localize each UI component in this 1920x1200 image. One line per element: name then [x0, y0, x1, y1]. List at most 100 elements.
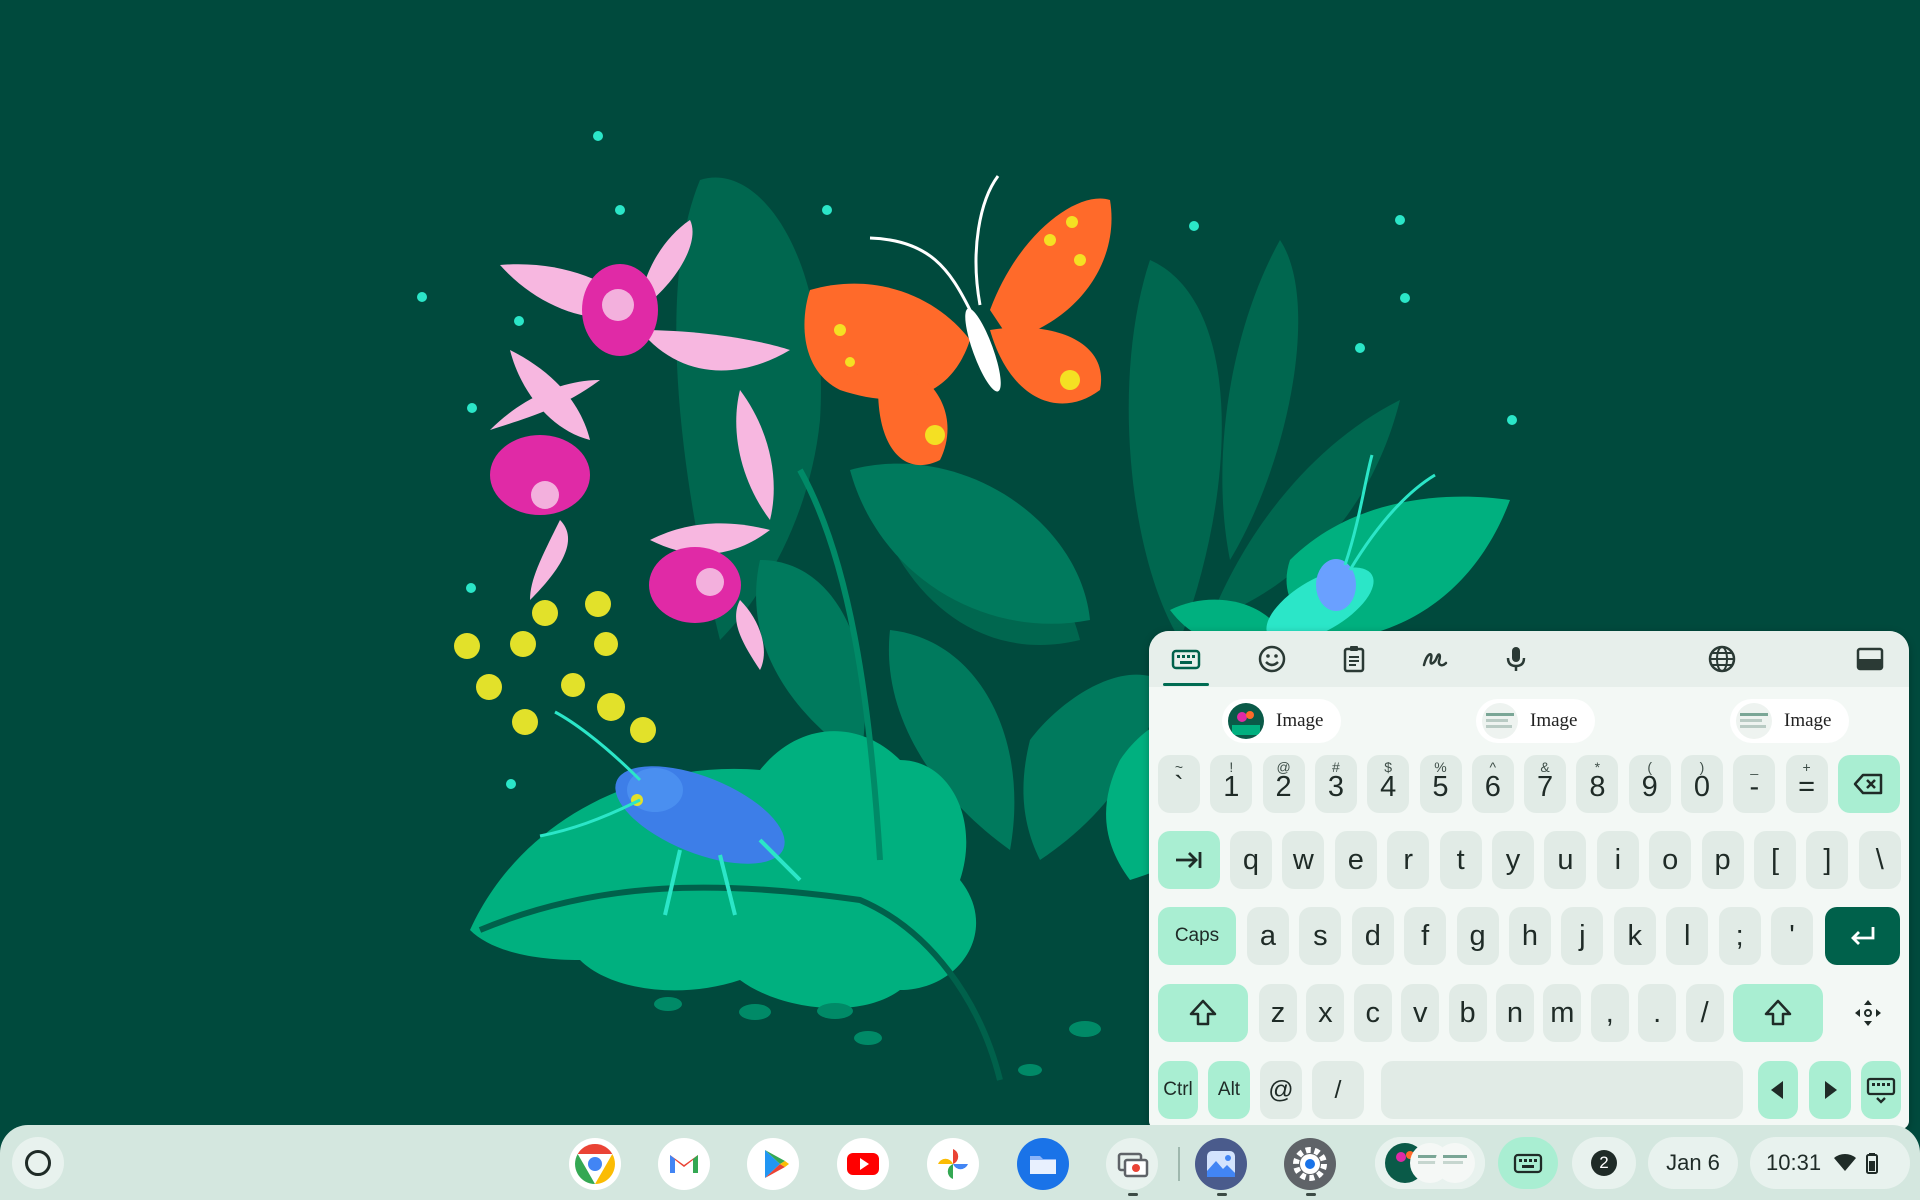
key-[[interactable]: [ — [1754, 831, 1796, 889]
key-2[interactable]: @2 — [1262, 755, 1305, 813]
key-0[interactable]: ~ ` — [1158, 755, 1200, 813]
key-c[interactable]: c — [1353, 984, 1392, 1042]
play-store-icon[interactable] — [746, 1137, 800, 1191]
handwriting-icon[interactable] — [1410, 639, 1460, 679]
suggestion-label: Image — [1784, 710, 1832, 731]
key-o[interactable]: o — [1649, 831, 1692, 889]
at-key[interactable]: @ — [1260, 1061, 1302, 1119]
ctrl-key[interactable]: Ctrl — [1158, 1061, 1198, 1119]
dock-icon[interactable] — [1845, 639, 1895, 679]
settings-icon[interactable] — [1283, 1137, 1337, 1191]
key-7[interactable]: & 7 — [1524, 755, 1567, 813]
key-\[interactable]: \ — [1858, 831, 1901, 889]
key-10[interactable]: ) 0 — [1681, 755, 1723, 813]
key-r[interactable]: r — [1387, 831, 1430, 889]
key-shift-label: # — [1331, 759, 1340, 775]
photos-icon[interactable] — [926, 1137, 980, 1191]
key-l[interactable]: l — [1666, 907, 1709, 965]
alt-key[interactable]: Alt — [1208, 1061, 1250, 1119]
key-4[interactable]: $4 — [1367, 755, 1410, 813]
gallery-icon[interactable] — [1194, 1137, 1248, 1191]
key-label: 1 — [1223, 770, 1240, 803]
key-n[interactable]: n — [1496, 984, 1534, 1042]
key-'[interactable]: ' — [1771, 907, 1813, 965]
key-3[interactable]: #3 — [1314, 755, 1357, 813]
key-u[interactable]: u — [1544, 831, 1587, 889]
key-j[interactable]: j — [1561, 907, 1604, 965]
emoji-icon[interactable] — [1247, 639, 1297, 679]
key-label: 7 — [1537, 770, 1554, 803]
hide-keyboard-icon[interactable] — [1861, 1061, 1901, 1119]
key-shift-label: $ — [1384, 759, 1393, 775]
key-h[interactable]: h — [1509, 907, 1551, 965]
key-m[interactable]: m — [1543, 984, 1582, 1042]
key-y[interactable]: y — [1492, 831, 1534, 889]
launcher-button[interactable] — [12, 1137, 64, 1189]
clipboard-icon[interactable] — [1329, 639, 1379, 679]
key-g[interactable]: g — [1456, 907, 1499, 965]
key-shift-label: & — [1540, 759, 1550, 775]
enter-key[interactable] — [1825, 907, 1900, 965]
suggestion-label: Image — [1276, 710, 1324, 731]
suggestion-chip[interactable]: Image — [1730, 699, 1850, 743]
arrow-left-key[interactable] — [1758, 1061, 1798, 1119]
move-keyboard-icon[interactable] — [1837, 984, 1899, 1042]
suggestion-chip[interactable]: Image — [1476, 699, 1596, 743]
globe-icon[interactable] — [1697, 639, 1747, 679]
key-p[interactable]: p — [1701, 831, 1744, 889]
youtube-icon[interactable] — [836, 1137, 890, 1191]
key-k[interactable]: k — [1613, 907, 1656, 965]
microphone-icon[interactable] — [1491, 639, 1541, 679]
arrow-right-key[interactable] — [1809, 1061, 1851, 1119]
key-f[interactable]: f — [1404, 907, 1447, 965]
key-t[interactable]: t — [1439, 831, 1482, 889]
key-i[interactable]: i — [1596, 831, 1639, 889]
chrome-icon[interactable] — [568, 1137, 622, 1191]
key-label: 4 — [1380, 770, 1397, 803]
keyboard-toolbar — [1149, 631, 1909, 687]
key-8[interactable]: * 8 — [1576, 755, 1619, 813]
caps-key[interactable]: Caps — [1158, 907, 1236, 965]
key-][interactable]: ] — [1806, 831, 1849, 889]
key-d[interactable]: d — [1351, 907, 1394, 965]
key-9[interactable]: (9 — [1628, 755, 1671, 813]
key-q[interactable]: q — [1230, 831, 1272, 889]
key-12[interactable]: + = — [1785, 755, 1828, 813]
on-screen-keyboard-tray-icon[interactable] — [1498, 1137, 1558, 1189]
status-area[interactable]: 10:31 — [1750, 1137, 1910, 1189]
key-x[interactable]: x — [1306, 984, 1345, 1042]
key-label: 6 — [1484, 770, 1501, 803]
slash-key[interactable]: / — [1312, 1061, 1364, 1119]
key-v[interactable]: v — [1401, 984, 1440, 1042]
key-11[interactable]: _ - — [1733, 755, 1776, 813]
key-/[interactable]: / — [1685, 984, 1724, 1042]
gmail-icon[interactable] — [657, 1137, 711, 1191]
key-6[interactable]: ^ 6 — [1471, 755, 1514, 813]
key-,[interactable]: , — [1590, 984, 1629, 1042]
date-tray[interactable]: Jan 6 — [1648, 1137, 1738, 1189]
battery-icon — [1865, 1151, 1879, 1175]
tab-key[interactable] — [1158, 831, 1220, 889]
shift-left-key[interactable] — [1158, 984, 1248, 1042]
shift-right-key[interactable] — [1733, 984, 1823, 1042]
screen-capture-icon[interactable] — [1105, 1137, 1159, 1191]
key-b[interactable]: b — [1448, 984, 1487, 1042]
notification-tray[interactable]: 2 — [1572, 1137, 1636, 1189]
key-;[interactable]: ; — [1718, 907, 1761, 965]
holding-space-tray[interactable] — [1375, 1137, 1485, 1189]
key-w[interactable]: w — [1282, 831, 1325, 889]
key-e[interactable]: e — [1334, 831, 1377, 889]
suggestion-chip[interactable]: Image — [1222, 699, 1342, 743]
backspace-key[interactable] — [1838, 755, 1900, 813]
key-5[interactable]: % 5 — [1419, 755, 1462, 813]
shelf: 2 Jan 6 10:31 — [0, 1125, 1920, 1200]
key-z[interactable]: z — [1259, 984, 1297, 1042]
running-indicator — [1217, 1193, 1227, 1196]
key-.[interactable]: . — [1638, 984, 1677, 1042]
key-1[interactable]: ! 1 — [1210, 755, 1253, 813]
keyboard-icon[interactable] — [1161, 639, 1211, 679]
files-icon[interactable] — [1016, 1137, 1070, 1191]
key-s[interactable]: s — [1299, 907, 1342, 965]
space-key[interactable] — [1381, 1061, 1743, 1119]
key-a[interactable]: a — [1247, 907, 1289, 965]
